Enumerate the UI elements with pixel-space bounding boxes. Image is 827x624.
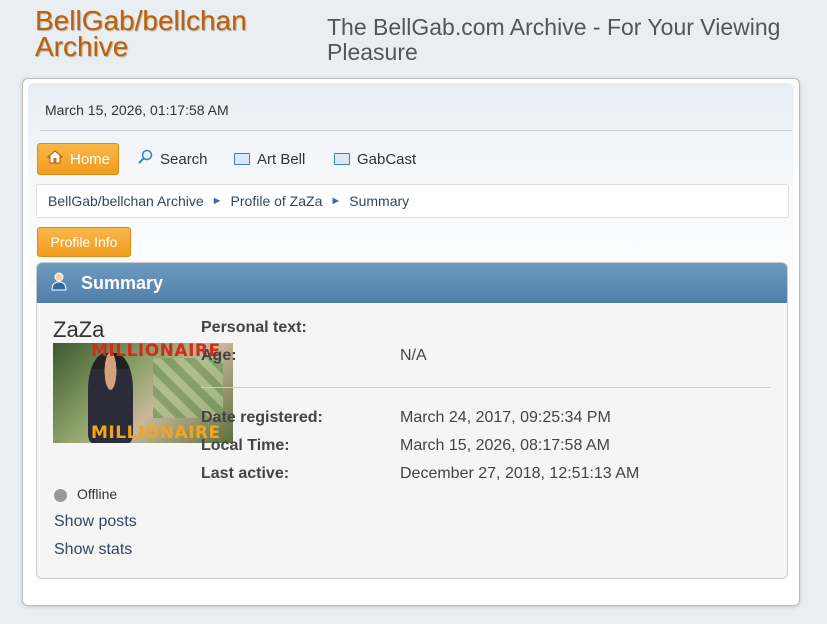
site-title-line2: Archive xyxy=(35,31,129,62)
offline-status-icon xyxy=(54,489,67,502)
show-posts-link[interactable]: Show posts xyxy=(54,513,137,531)
profile-info-button[interactable]: Profile Info xyxy=(37,227,131,257)
field-label-last-active: Last active: xyxy=(201,465,290,482)
divider xyxy=(201,387,771,388)
menu-search-link[interactable]: Search xyxy=(128,143,217,175)
menu-home-button[interactable]: Home xyxy=(37,143,119,175)
main-wrapper: March 15, 2026, 01:17:58 AM Home Search xyxy=(22,78,800,606)
site-slogan: The BellGab.com Archive - For Your Viewi… xyxy=(327,15,780,65)
window-icon xyxy=(334,153,350,165)
field-label-age: Age: xyxy=(201,347,237,364)
status-text: Offline xyxy=(77,486,118,502)
show-stats-link[interactable]: Show stats xyxy=(54,541,132,559)
breadcrumb-item-archive[interactable]: BellGab/bellchan Archive xyxy=(48,193,204,209)
menu-gabcast-label: GabCast xyxy=(357,150,417,168)
field-label-date-registered: Date registered: xyxy=(201,409,323,426)
username: ZaZa xyxy=(53,317,105,342)
field-value-local-time: March 15, 2026, 08:17:58 AM xyxy=(400,437,610,454)
window-icon xyxy=(234,153,250,165)
breadcrumb-item-summary[interactable]: Summary xyxy=(349,193,409,209)
current-datetime: March 15, 2026, 01:17:58 AM xyxy=(45,102,229,118)
field-value-age: N/A xyxy=(400,347,427,364)
breadcrumb-separator: ► xyxy=(330,195,342,207)
menu-artbell-link[interactable]: Art Bell xyxy=(225,143,314,175)
divider xyxy=(40,130,792,131)
breadcrumb-separator: ► xyxy=(211,195,223,207)
summary-panel: Summary ZaZa MILLIONAIRE MILLIONAIRE Per… xyxy=(36,262,788,579)
menu-search-label: Search xyxy=(160,150,208,168)
site-slogan-line2: Pleasure xyxy=(327,39,418,65)
field-value-date-registered: March 24, 2017, 09:25:34 PM xyxy=(400,409,611,426)
field-label-personal-text: Personal text: xyxy=(201,319,307,336)
breadcrumb-item-profile[interactable]: Profile of ZaZa xyxy=(231,193,323,209)
menu-artbell-label: Art Bell xyxy=(257,150,306,168)
search-icon xyxy=(137,149,153,169)
breadcrumb: BellGab/bellchan Archive ► Profile of Za… xyxy=(36,184,789,218)
summary-title: Summary xyxy=(81,272,164,293)
site-title[interactable]: BellGab/bellchan Archive xyxy=(35,7,247,62)
user-icon xyxy=(49,271,69,296)
site-slogan-line1: The BellGab.com Archive - For Your Viewi… xyxy=(327,14,781,40)
field-label-local-time: Local Time: xyxy=(201,437,290,454)
menu-gabcast-link[interactable]: GabCast xyxy=(325,143,425,175)
summary-header: Summary xyxy=(37,263,787,303)
field-value-last-active: December 27, 2018, 12:51:13 AM xyxy=(400,465,640,482)
menu-home-label: Home xyxy=(70,150,111,168)
home-icon xyxy=(46,149,64,169)
